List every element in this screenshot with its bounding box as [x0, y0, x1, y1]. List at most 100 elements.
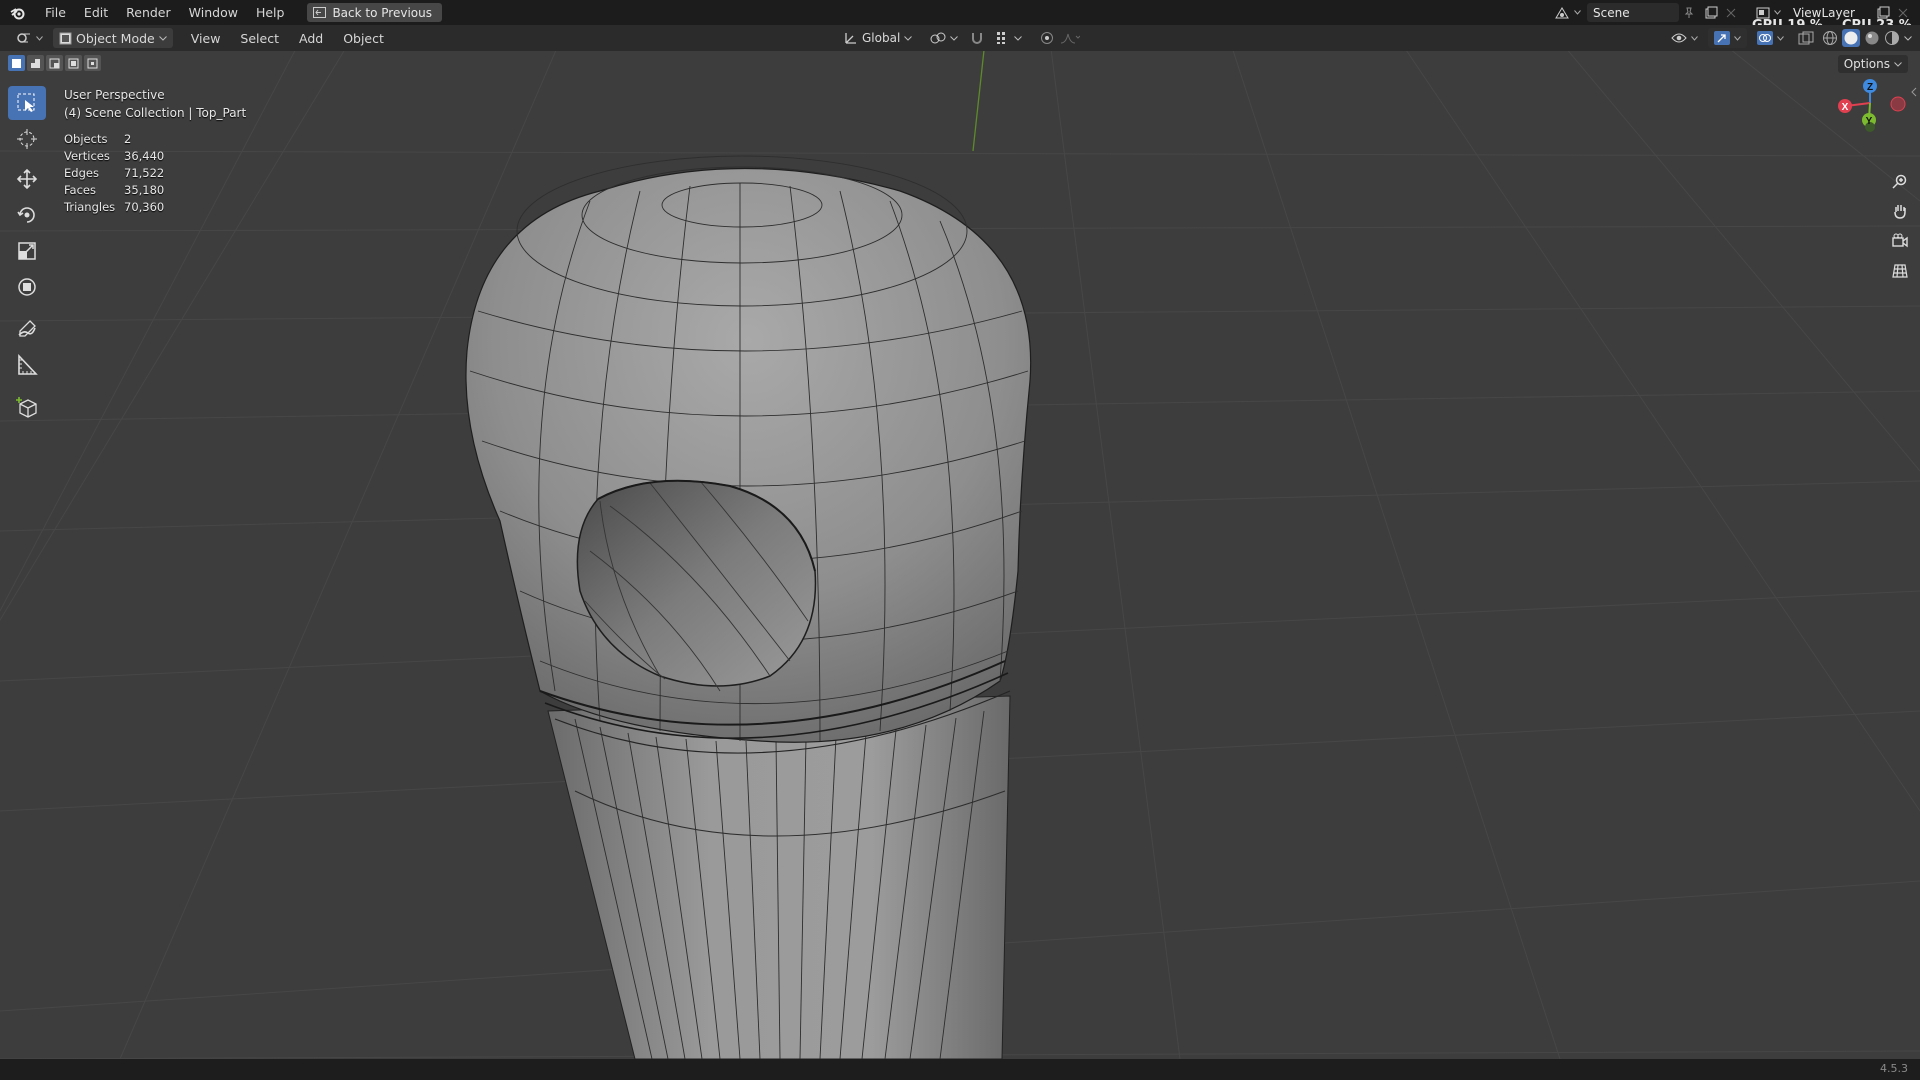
menu-add[interactable]: Add: [289, 31, 333, 46]
perspective-toggle-button[interactable]: [1888, 259, 1912, 283]
snap-target-dropdown[interactable]: [990, 28, 1028, 48]
solid-shading-icon[interactable]: [1842, 29, 1860, 47]
delete-scene-icon[interactable]: [1726, 8, 1736, 18]
gizmo-z-label: Z: [1867, 82, 1873, 93]
menu-object[interactable]: Object: [333, 31, 394, 46]
move-icon: [16, 168, 38, 190]
orientation-label: Global: [862, 31, 901, 45]
move-tool[interactable]: [8, 162, 46, 196]
xray-toggle-icon[interactable]: [1798, 31, 1814, 45]
stat-value: 71,522: [124, 166, 165, 180]
new-scene-icon[interactable]: [1705, 6, 1718, 19]
stat-value: 70,360: [124, 200, 165, 214]
material-preview-shading-icon[interactable]: [1864, 30, 1880, 46]
select-subtract-mode[interactable]: [46, 55, 63, 71]
viewport-info: User Perspective (4) Scene Collection | …: [64, 86, 246, 122]
scene-selector-icon-button[interactable]: [1548, 3, 1587, 23]
transform-icon: [16, 276, 38, 298]
visibility-dropdown[interactable]: [1665, 28, 1704, 48]
select-new-mode[interactable]: [8, 55, 25, 71]
status-bar: 4.5.3: [0, 1059, 1920, 1080]
stat-value: 35,180: [124, 183, 165, 197]
falloff-curve-icon[interactable]: [1060, 32, 1081, 44]
menu-edit[interactable]: Edit: [75, 0, 117, 25]
screen-back-icon: [313, 7, 327, 18]
scale-tool[interactable]: [8, 234, 46, 268]
stat-label: Triangles: [64, 200, 116, 214]
rendered-shading-icon[interactable]: [1884, 30, 1900, 46]
annotate-pencil-icon: [16, 318, 38, 340]
annotate-tool[interactable]: [8, 312, 46, 346]
object-mode-label: Object Mode: [76, 30, 155, 46]
add-cube-tool[interactable]: [8, 390, 46, 424]
rotate-tool[interactable]: [8, 198, 46, 232]
scene-name: Scene: [1593, 5, 1630, 20]
stat-row: Objects 2: [64, 131, 164, 148]
eye-icon: [1671, 32, 1687, 44]
stat-label: Vertices: [64, 149, 110, 163]
menu-file[interactable]: File: [36, 0, 75, 25]
stat-label: Faces: [64, 183, 96, 197]
menu-window[interactable]: Window: [180, 0, 247, 25]
snap-increment-icon: [996, 31, 1010, 45]
navigation-gizmo[interactable]: X Y Z: [1832, 71, 1912, 151]
menu-render[interactable]: Render: [117, 0, 180, 25]
measure-tool[interactable]: [8, 348, 46, 382]
scene-statistics: Objects 2 Vertices 36,440 Edges 71,522 Face…: [64, 131, 164, 216]
view-perspective-label: User Perspective: [64, 88, 165, 102]
pivot-icon: [930, 31, 946, 45]
stat-row: Vertices 36,440: [64, 148, 164, 165]
back-to-previous-label: Back to Previous: [332, 5, 432, 20]
3d-viewport[interactable]: User Perspective (4) Scene Collection | …: [0, 51, 1920, 1059]
blender-logo-icon[interactable]: [0, 0, 36, 25]
menu-select[interactable]: Select: [230, 31, 289, 46]
zoom-icon: [1892, 174, 1908, 190]
camera-view-button[interactable]: [1888, 229, 1912, 253]
wireframe-shading-icon[interactable]: [1822, 30, 1838, 46]
select-intersect-mode[interactable]: [84, 55, 101, 71]
stat-label: Edges: [64, 166, 99, 180]
gizmo-x-label: X: [1842, 102, 1849, 113]
menu-view[interactable]: View: [181, 31, 231, 46]
pan-view-button[interactable]: [1888, 199, 1912, 223]
select-invert-mode[interactable]: [65, 55, 82, 71]
rotate-icon: [16, 204, 38, 226]
ruler-icon: [16, 354, 38, 376]
orientation-icon: [844, 31, 858, 45]
active-collection-label: (4) Scene Collection | Top_Part: [64, 106, 247, 120]
stat-row: Faces 35,180: [64, 182, 164, 199]
zoom-view-button[interactable]: [1888, 170, 1912, 194]
overlays-toggle[interactable]: [1751, 28, 1790, 48]
selection-mode-buttons: [8, 55, 101, 71]
editor-type-button[interactable]: [10, 28, 49, 48]
transform-settings: Global: [838, 28, 1081, 48]
delete-view-layer-icon[interactable]: [1898, 8, 1908, 18]
pivot-point-dropdown[interactable]: [924, 28, 964, 48]
gizmo-y-label: Y: [1866, 116, 1873, 127]
pin-icon[interactable]: [1683, 7, 1695, 19]
stat-row: Edges 71,522: [64, 165, 164, 182]
viewport-display-tools: [1665, 28, 1912, 48]
select-extend-mode[interactable]: [27, 55, 44, 71]
object-mode-dropdown[interactable]: Object Mode: [53, 28, 173, 48]
stat-row: Triangles 70,360: [64, 199, 164, 216]
stat-label: Objects: [64, 132, 108, 146]
cursor-tool[interactable]: [8, 122, 46, 156]
menu-help[interactable]: Help: [247, 0, 294, 25]
scene-name-field[interactable]: Scene: [1587, 3, 1679, 22]
back-to-previous-button[interactable]: Back to Previous: [307, 3, 442, 22]
hand-icon: [1892, 203, 1908, 219]
orientation-dropdown[interactable]: Global: [838, 28, 918, 48]
select-box-tool[interactable]: [8, 86, 46, 120]
shading-options-chevron-icon[interactable]: [1904, 35, 1912, 41]
select-box-icon: [16, 92, 38, 114]
gizmo-neg-x-axis: [1890, 96, 1906, 112]
proportional-editing-icon[interactable]: [1040, 31, 1054, 45]
tool-shelf: [8, 86, 48, 426]
transform-tool[interactable]: [8, 270, 46, 304]
gizmo-toggle[interactable]: [1708, 28, 1747, 48]
stat-value: 2: [124, 132, 132, 146]
viewport-header: Object Mode View Select Add Object Globa…: [0, 25, 1920, 51]
scale-icon: [16, 240, 38, 262]
snap-toggle-icon[interactable]: [970, 31, 984, 45]
